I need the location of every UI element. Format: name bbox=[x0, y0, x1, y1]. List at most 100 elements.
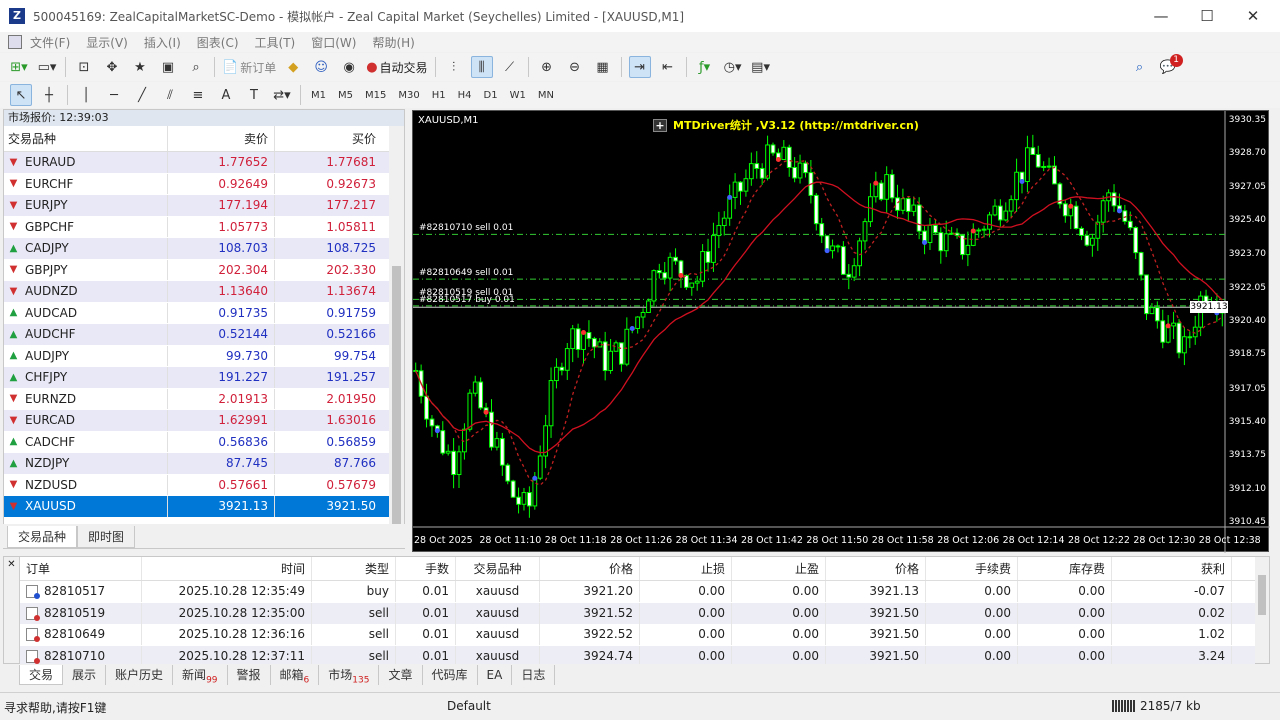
col-symbol[interactable]: 交易品种 bbox=[4, 126, 168, 151]
community-icon[interactable]: ☺ bbox=[310, 56, 332, 78]
new-order-button[interactable]: 📄 新订单 bbox=[222, 56, 276, 78]
templates-icon[interactable]: ▤▾ bbox=[750, 56, 772, 78]
trade-row[interactable]: 82810519 2025.10.28 12:35:00 sell 0.01 xauus… bbox=[20, 602, 1255, 624]
minimize-button[interactable]: — bbox=[1138, 0, 1184, 32]
price-chart[interactable]: XAUUSD,M1 + MTDriver统计 ,V3.12 (http://mtd… bbox=[412, 110, 1270, 553]
trade-row[interactable]: 82810649 2025.10.28 12:36:16 sell 0.01 xauus… bbox=[20, 624, 1255, 645]
cursor-icon[interactable]: ↖ bbox=[10, 84, 32, 106]
autoscroll-icon[interactable]: ⇥ bbox=[628, 56, 651, 78]
timeframe-m1[interactable]: M1 bbox=[311, 90, 326, 101]
market-watch-row[interactable]: ▼ GBPCHF 1.05773 1.05811 bbox=[4, 216, 404, 238]
market-watch-row[interactable]: ▲ CHFJPY 191.227 191.257 bbox=[4, 367, 404, 389]
terminal-tab[interactable]: 代码库 bbox=[423, 665, 478, 685]
terminal-col-header[interactable]: 库存费 bbox=[1018, 557, 1112, 580]
data-window-icon[interactable]: ★ bbox=[129, 56, 151, 78]
terminal-col-header[interactable]: 价格 bbox=[826, 557, 926, 580]
terminal-tab[interactable]: 展示 bbox=[63, 665, 107, 685]
market-watch-row[interactable]: ▲ AUDJPY 99.730 99.754 bbox=[4, 345, 404, 367]
terminal-tab[interactable]: 新闻99 bbox=[173, 665, 228, 685]
market-watch-row[interactable]: ▼ AUDNZD 1.13640 1.13674 bbox=[4, 281, 404, 303]
timeframe-mn[interactable]: MN bbox=[538, 90, 554, 101]
terminal-tab[interactable]: 文章 bbox=[379, 665, 423, 685]
menu-file[interactable]: 文件(F) bbox=[30, 34, 70, 51]
signals-icon[interactable]: ◉ bbox=[338, 56, 360, 78]
col-bid[interactable]: 卖价 bbox=[168, 126, 275, 151]
menu-window[interactable]: 窗口(W) bbox=[311, 34, 356, 51]
market-watch-row[interactable]: ▼ EURCHF 0.92649 0.92673 bbox=[4, 173, 404, 195]
terminal-col-header[interactable]: 价格 bbox=[540, 557, 640, 580]
terminal-col-header[interactable]: 手数 bbox=[396, 557, 456, 580]
trade-row[interactable]: 82810517 2025.10.28 12:35:49 buy 0.01 xauusd… bbox=[20, 581, 1255, 602]
terminal-scrollbar[interactable] bbox=[1255, 557, 1269, 663]
expand-icon[interactable]: + bbox=[653, 119, 667, 132]
timeframe-h4[interactable]: H4 bbox=[458, 90, 472, 101]
terminal-col-header[interactable]: 时间 bbox=[142, 557, 312, 580]
timeframe-m5[interactable]: M5 bbox=[338, 90, 353, 101]
strategy-tester-icon[interactable]: ⌕ bbox=[185, 56, 207, 78]
zoom-out-icon[interactable]: ⊖ bbox=[564, 56, 586, 78]
terminal-tab[interactable]: 邮箱6 bbox=[271, 665, 320, 685]
terminal-tab[interactable]: 日志 bbox=[512, 665, 556, 685]
market-watch-scrollbar[interactable] bbox=[389, 126, 404, 532]
profiles-icon[interactable]: ▭▾ bbox=[36, 56, 58, 78]
tile-windows-icon[interactable]: ▦ bbox=[592, 56, 614, 78]
terminal-scroll-thumb[interactable] bbox=[1258, 575, 1266, 615]
terminal-col-header[interactable]: 订单 bbox=[20, 557, 142, 580]
terminal-tab[interactable]: 市场135 bbox=[319, 665, 380, 685]
scroll-thumb[interactable] bbox=[392, 266, 401, 526]
menu-insert[interactable]: 插入(I) bbox=[144, 34, 181, 51]
timeframe-h1[interactable]: H1 bbox=[432, 90, 446, 101]
new-chart-icon[interactable]: ⊞▾ bbox=[8, 56, 30, 78]
timeframe-m15[interactable]: M15 bbox=[365, 90, 386, 101]
market-watch-row[interactable]: ▼ EURNZD 2.01913 2.01950 bbox=[4, 388, 404, 410]
timeframe-d1[interactable]: D1 bbox=[484, 90, 498, 101]
market-watch-row[interactable]: ▲ CADJPY 108.703 108.725 bbox=[4, 238, 404, 260]
menu-help[interactable]: 帮助(H) bbox=[372, 34, 414, 51]
vertical-line-icon[interactable]: │ bbox=[75, 84, 97, 106]
market-watch-icon[interactable]: ⊡ bbox=[73, 56, 95, 78]
terminal-col-header[interactable]: 类型 bbox=[312, 557, 396, 580]
text-label-icon[interactable]: T bbox=[243, 84, 265, 106]
zoom-in-icon[interactable]: ⊕ bbox=[536, 56, 558, 78]
navigator-icon[interactable]: ✥ bbox=[101, 56, 123, 78]
market-watch-row[interactable]: ▼ XAUUSD 3921.13 3921.50 bbox=[4, 496, 404, 518]
terminal-icon[interactable]: ▣ bbox=[157, 56, 179, 78]
terminal-tab[interactable]: 账户历史 bbox=[106, 665, 174, 685]
menu-view[interactable]: 显示(V) bbox=[86, 34, 128, 51]
market-watch-row[interactable]: ▼ EURCAD 1.62991 1.63016 bbox=[4, 410, 404, 432]
tab-tick-chart[interactable]: 即时图 bbox=[77, 526, 136, 548]
terminal-tab[interactable]: 交易 bbox=[19, 665, 64, 685]
bar-chart-icon[interactable]: ⫶ bbox=[443, 56, 465, 78]
terminal-col-header[interactable]: 手续费 bbox=[926, 557, 1018, 580]
market-watch-row[interactable]: ▼ GBPJPY 202.304 202.330 bbox=[4, 259, 404, 281]
horizontal-line-icon[interactable]: ─ bbox=[103, 84, 125, 106]
market-watch-row[interactable]: ▼ NZDUSD 0.57661 0.57679 bbox=[4, 474, 404, 496]
market-watch-row[interactable]: ▲ CADCHF 0.56836 0.56859 bbox=[4, 431, 404, 453]
terminal-col-header[interactable]: 止盈 bbox=[732, 557, 826, 580]
close-button[interactable]: ✕ bbox=[1230, 0, 1276, 32]
terminal-tab[interactable]: 警报 bbox=[228, 665, 271, 685]
periods-icon[interactable]: ◷▾ bbox=[722, 56, 744, 78]
menu-tools[interactable]: 工具(T) bbox=[255, 34, 296, 51]
timeframe-m30[interactable]: M30 bbox=[398, 90, 419, 101]
indicators-icon[interactable]: ƒ▾ bbox=[694, 56, 716, 78]
chart-shift-icon[interactable]: ⇤ bbox=[657, 56, 679, 78]
text-icon[interactable]: A bbox=[215, 84, 237, 106]
trendline-icon[interactable]: ╱ bbox=[131, 84, 153, 106]
search-icon[interactable]: ⌕ bbox=[1129, 56, 1151, 78]
crosshair-icon[interactable]: ┼ bbox=[38, 84, 60, 106]
market-watch-row[interactable]: ▲ NZDJPY 87.745 87.766 bbox=[4, 453, 404, 475]
terminal-col-header[interactable]: 交易品种 bbox=[456, 557, 540, 580]
col-ask[interactable]: 买价 bbox=[275, 126, 382, 151]
document-icon[interactable] bbox=[8, 35, 22, 49]
maximize-button[interactable]: ☐ bbox=[1184, 0, 1230, 32]
market-watch-row[interactable]: ▼ EURJPY 177.194 177.217 bbox=[4, 195, 404, 217]
equidistant-channel-icon[interactable]: ⫽ bbox=[159, 84, 181, 106]
notifications-icon[interactable]: 💬 1 bbox=[1157, 54, 1183, 78]
market-watch-row[interactable]: ▲ AUDCHF 0.52144 0.52166 bbox=[4, 324, 404, 346]
metaeditor-icon[interactable]: ◆ bbox=[282, 56, 304, 78]
arrows-icon[interactable]: ⇄▾ bbox=[271, 84, 293, 106]
candlestick-icon[interactable]: ⫼ bbox=[470, 56, 493, 78]
terminal-col-header[interactable]: 止损 bbox=[640, 557, 732, 580]
terminal-col-header[interactable]: 获利 bbox=[1112, 557, 1232, 580]
